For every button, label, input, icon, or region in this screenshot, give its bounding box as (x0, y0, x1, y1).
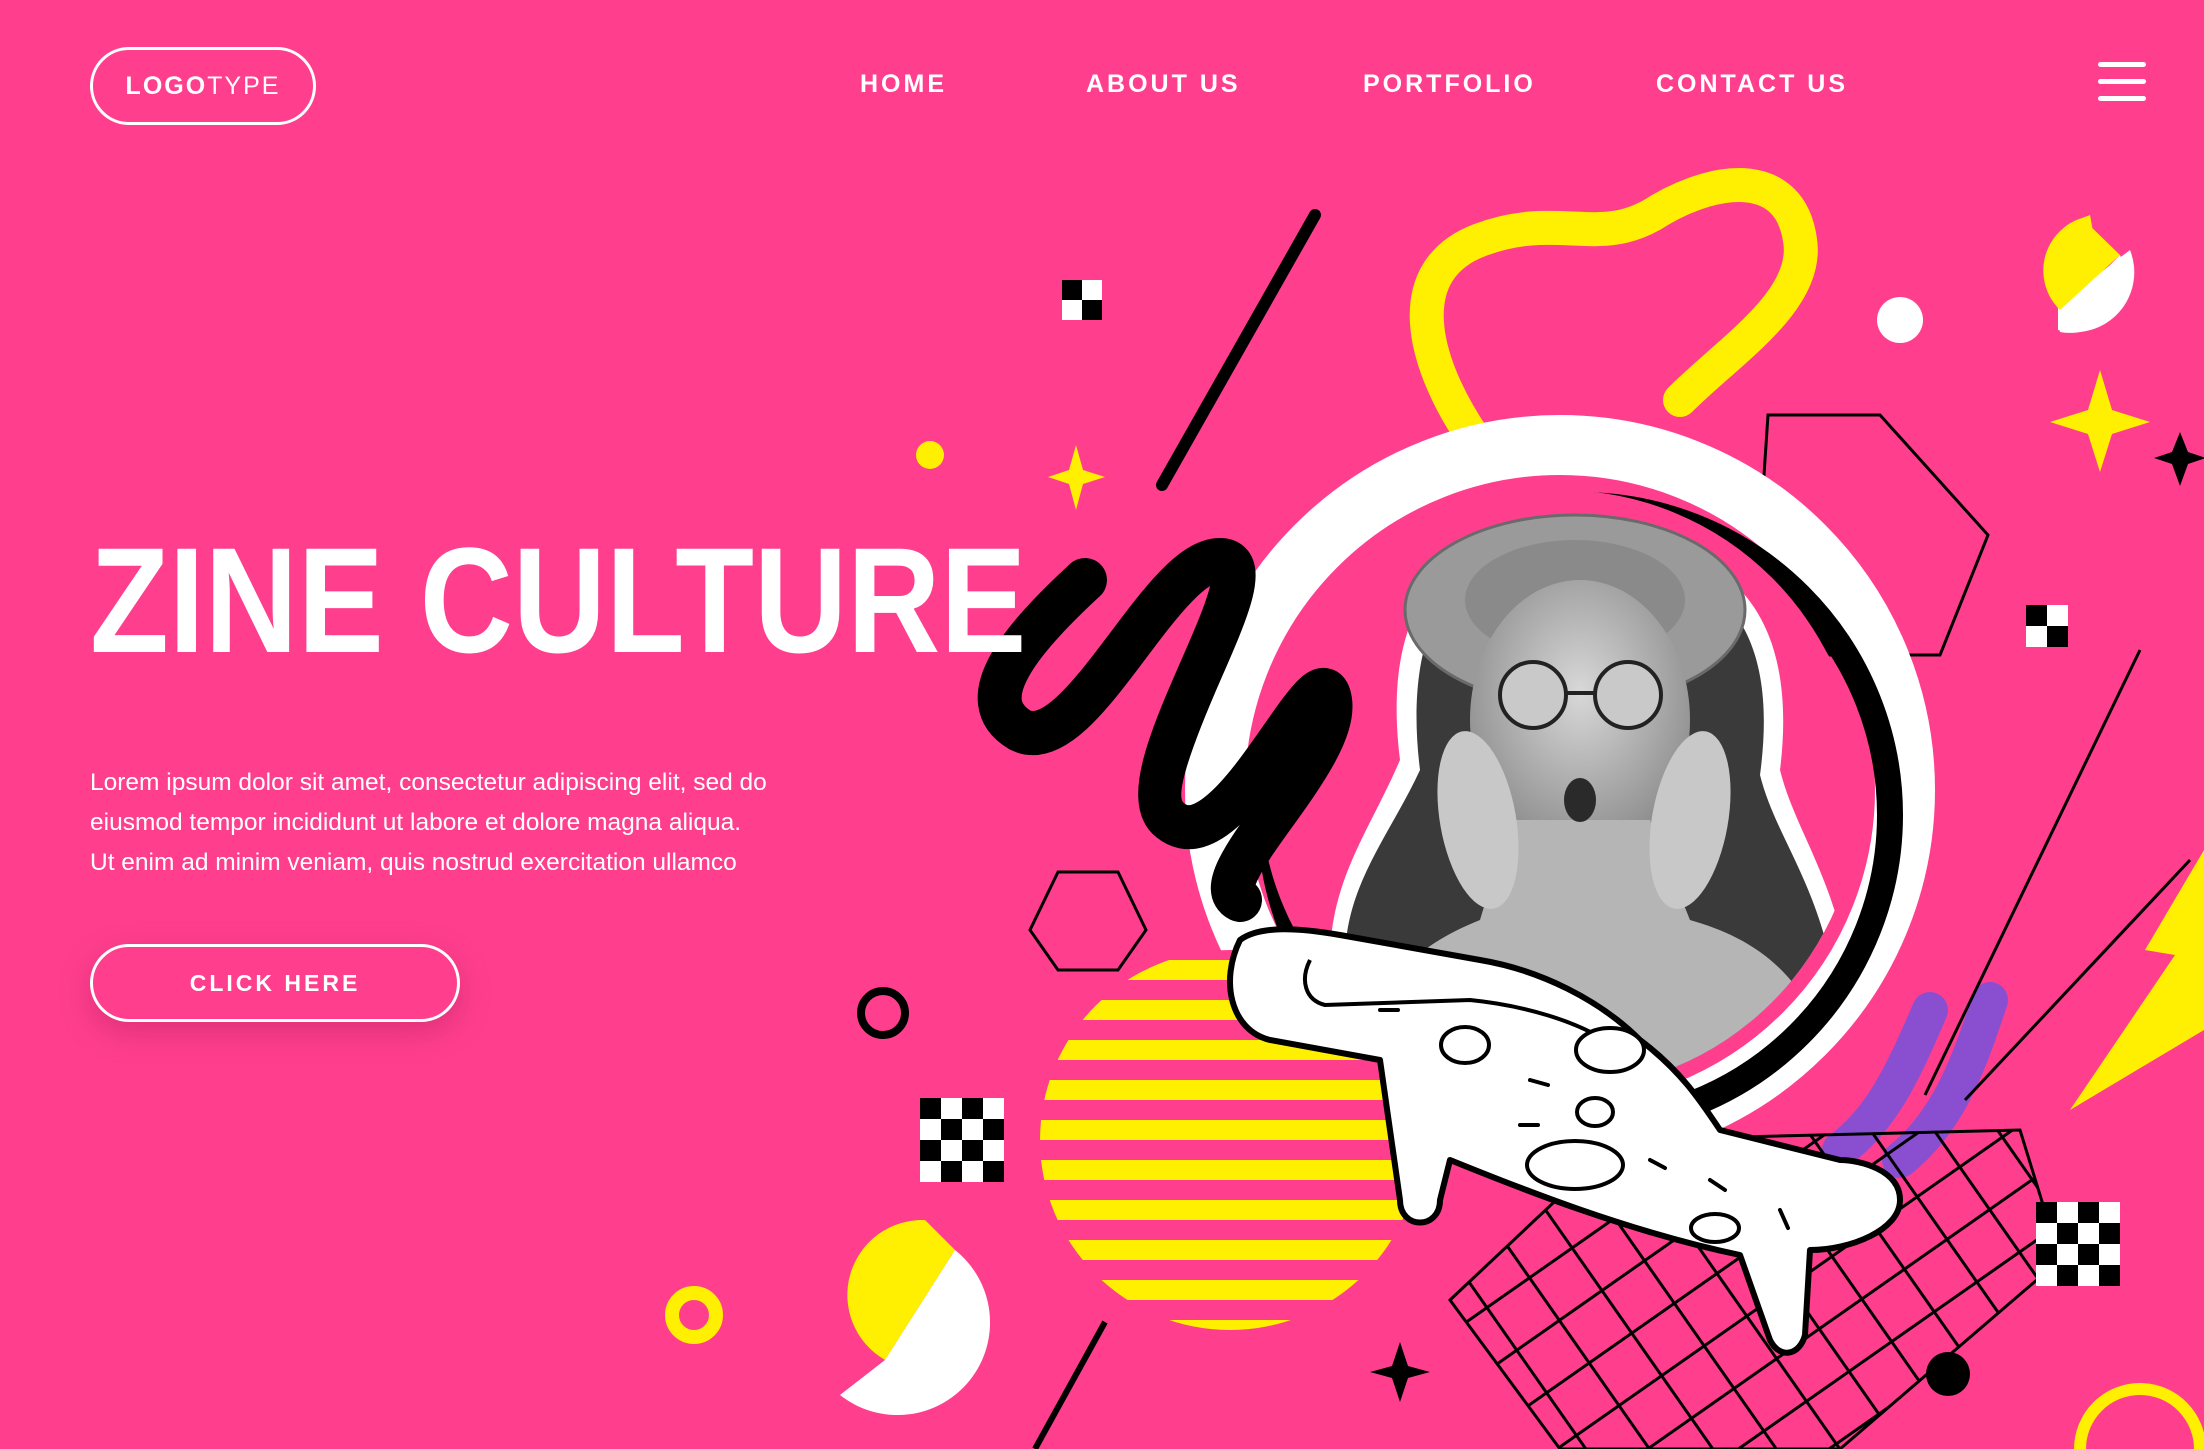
checker-icon (2036, 1202, 2120, 1286)
checker-icon (1062, 280, 1102, 320)
nav-about-us[interactable]: ABOUT US (1086, 70, 1241, 99)
nav-portfolio[interactable]: PORTFOLIO (1363, 70, 1536, 99)
black-ring (857, 987, 909, 1039)
diagonal-line (1032, 1320, 1108, 1449)
description-line: Lorem ipsum dolor sit amet, consectetur … (90, 769, 767, 796)
diagonal-line (1156, 209, 1321, 491)
yellow-arc (2074, 1383, 2204, 1449)
description-line: eiusmod tempor incididunt ut labore et d… (90, 809, 742, 836)
hero-illustration (665, 168, 2204, 1449)
yellow-dot (916, 441, 944, 469)
description-line: Ut enim ad minim veniam, quis nostrud ex… (90, 849, 737, 876)
hexagon-icon (1028, 870, 1148, 972)
nav-contact-us[interactable]: CONTACT US (1656, 70, 1848, 99)
sparkle-icon (2050, 370, 2150, 472)
click-here-button[interactable]: CLICK HERE (90, 944, 460, 1022)
lightning-icon (2070, 850, 2204, 1110)
white-dot (1877, 297, 1923, 343)
logo-bold-text: LOGO (125, 71, 208, 100)
checker-icon (920, 1098, 1004, 1182)
hero-title: ZINE CULTURE (90, 516, 1027, 684)
yellow-ring (665, 1286, 723, 1344)
sparkle-icon (1048, 445, 1105, 510)
hero-description: Lorem ipsum dolor sit amet, consectetur … (90, 763, 870, 883)
nav-home[interactable]: HOME (860, 70, 947, 99)
checker-icon (2026, 605, 2068, 647)
black-dot (1926, 1352, 1970, 1396)
hamburger-menu-icon[interactable] (2098, 62, 2146, 104)
sparkle-icon (1370, 1342, 1430, 1402)
landing-page: LOGO TYPE HOME ABOUT US PORTFOLIO CONTACT… (0, 0, 2204, 1449)
sparkle-icon (2154, 432, 2204, 486)
yellow-loop-shape (1409, 168, 1818, 457)
logo-light-text: TYPE (207, 71, 281, 100)
logotype[interactable]: LOGO TYPE (90, 47, 316, 125)
